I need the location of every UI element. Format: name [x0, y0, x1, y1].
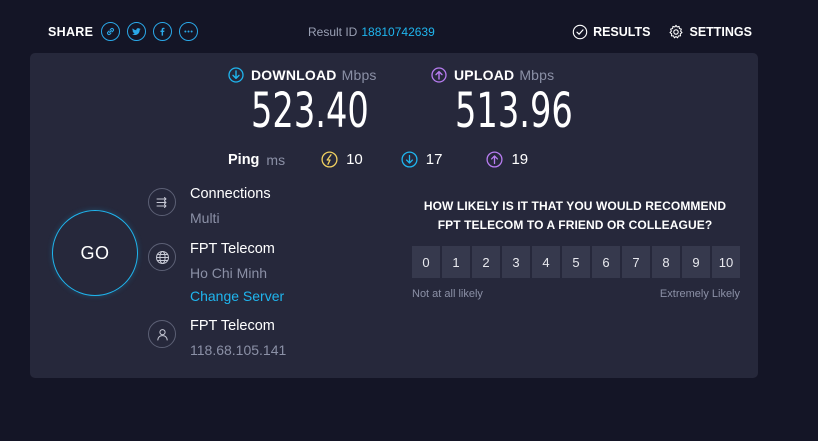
link-icon[interactable]	[101, 22, 121, 41]
download-arrow-icon	[228, 67, 244, 83]
top-nav: RESULTS SETTINGS	[554, 24, 752, 40]
results-button[interactable]: RESULTS	[572, 24, 650, 40]
download-latency-icon	[401, 151, 418, 168]
scale-option[interactable]: 10	[712, 246, 740, 278]
upload-latency-icon	[486, 151, 504, 168]
ping-upload-value: 19	[511, 151, 529, 168]
ip-address: 118.68.105.141	[190, 342, 287, 358]
scale-option[interactable]: 3	[502, 246, 530, 278]
scale-option[interactable]: 1	[442, 246, 470, 278]
ping-download-value: 17	[425, 151, 443, 168]
ping-idle: 10	[321, 151, 363, 168]
recommend-scale: 0 1 2 3 4 5 6 7 8 9 10	[412, 246, 740, 278]
ping-unit: ms	[266, 151, 286, 168]
isp-name: FPT Telecom	[190, 318, 275, 334]
result-id-link[interactable]: 18810742639	[361, 25, 434, 39]
result-id-label: Result ID	[308, 25, 358, 39]
result-panel: DOWNLOAD Mbps 523.40 UPLOAD Mbps 513.96 …	[30, 53, 758, 378]
server-name: FPT Telecom	[190, 241, 275, 257]
ping-idle-value: 10	[346, 151, 363, 168]
twitter-icon[interactable]	[127, 22, 147, 41]
download-header: DOWNLOAD Mbps	[228, 67, 377, 83]
scale-option[interactable]: 5	[562, 246, 590, 278]
upload-label: UPLOAD	[454, 67, 515, 83]
scale-option[interactable]: 6	[592, 246, 620, 278]
check-circle-icon	[572, 24, 588, 40]
connections-mode: Multi	[190, 210, 220, 226]
connections-title: Connections	[190, 186, 271, 202]
idle-latency-icon	[321, 151, 338, 168]
download-speed: 523.40	[251, 83, 369, 139]
ping-label: Ping	[228, 151, 260, 168]
upload-arrow-icon	[431, 67, 447, 83]
scale-low-label: Not at all likely	[412, 288, 483, 300]
go-button[interactable]: GO	[52, 210, 138, 296]
scale-option[interactable]: 9	[682, 246, 710, 278]
scale-option[interactable]: 7	[622, 246, 650, 278]
upload-header: UPLOAD Mbps	[431, 67, 554, 83]
gear-icon	[669, 24, 683, 39]
share-group: SHARE	[48, 22, 205, 41]
ping-upload: 19	[486, 151, 528, 168]
globe-icon	[148, 243, 176, 271]
share-label: SHARE	[48, 24, 94, 39]
settings-button[interactable]: SETTINGS	[668, 24, 752, 40]
connections-icon	[148, 188, 176, 216]
result-id: Result ID 18810742639	[308, 25, 435, 39]
facebook-icon[interactable]	[153, 22, 173, 41]
user-icon	[148, 320, 176, 348]
change-server-link[interactable]: Change Server	[190, 288, 284, 304]
settings-label: SETTINGS	[689, 25, 752, 39]
survey-question: HOW LIKELY IS IT THAT YOU WOULD RECOMMEN…	[415, 197, 735, 235]
scale-option[interactable]: 4	[532, 246, 560, 278]
upload-speed: 513.96	[455, 83, 573, 139]
ping-download: 17	[401, 151, 443, 168]
download-unit: Mbps	[341, 67, 377, 83]
scale-high-label: Extremely Likely	[659, 288, 740, 300]
results-label: RESULTS	[593, 25, 651, 39]
survey-question-line1: HOW LIKELY IS IT THAT YOU WOULD RECOMMEN…	[423, 199, 727, 213]
scale-option[interactable]: 8	[652, 246, 680, 278]
survey-question-line2: FPT TELECOM TO A FRIEND OR COLLEAGUE?	[437, 218, 713, 232]
ping-row: Ping ms 10 17 19	[228, 151, 528, 168]
server-location: Ho Chi Minh	[190, 265, 268, 281]
upload-unit: Mbps	[519, 67, 555, 83]
scale-option[interactable]: 0	[412, 246, 440, 278]
download-label: DOWNLOAD	[251, 67, 337, 83]
more-icon[interactable]	[179, 22, 199, 41]
scale-option[interactable]: 2	[472, 246, 500, 278]
